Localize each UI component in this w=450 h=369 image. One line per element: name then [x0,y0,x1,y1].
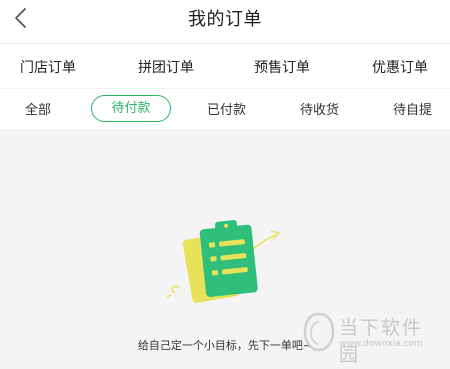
filter-paid[interactable]: 已付款 [207,99,246,118]
tab-discount-orders[interactable]: 优惠订单 [372,57,428,77]
page-title: 我的订单 [188,9,262,30]
filter-self-pickup[interactable]: 待自提 [393,99,432,118]
tab-group-orders[interactable]: 拼团订单 [138,57,194,77]
header: 我的订单 [0,0,450,44]
clipboard-icon [165,215,285,307]
filter-all[interactable]: 全部 [25,99,51,118]
watermark: 当下软件园 www.downxia.com [303,310,443,366]
watermark-url: www.downxia.com [339,339,423,349]
status-filter-tabs: 全部 待付款 已付款 待收货 待自提 [0,89,450,129]
order-type-tabs: 门店订单 拼团订单 预售订单 优惠订单 [0,44,450,88]
filter-pending-payment[interactable]: 待付款 [91,95,171,122]
watermark-logo-icon [303,312,335,352]
tab-presale-orders[interactable]: 预售订单 [254,57,310,77]
tab-store-orders[interactable]: 门店订单 [20,57,76,77]
filter-to-receive[interactable]: 待收货 [300,99,339,118]
